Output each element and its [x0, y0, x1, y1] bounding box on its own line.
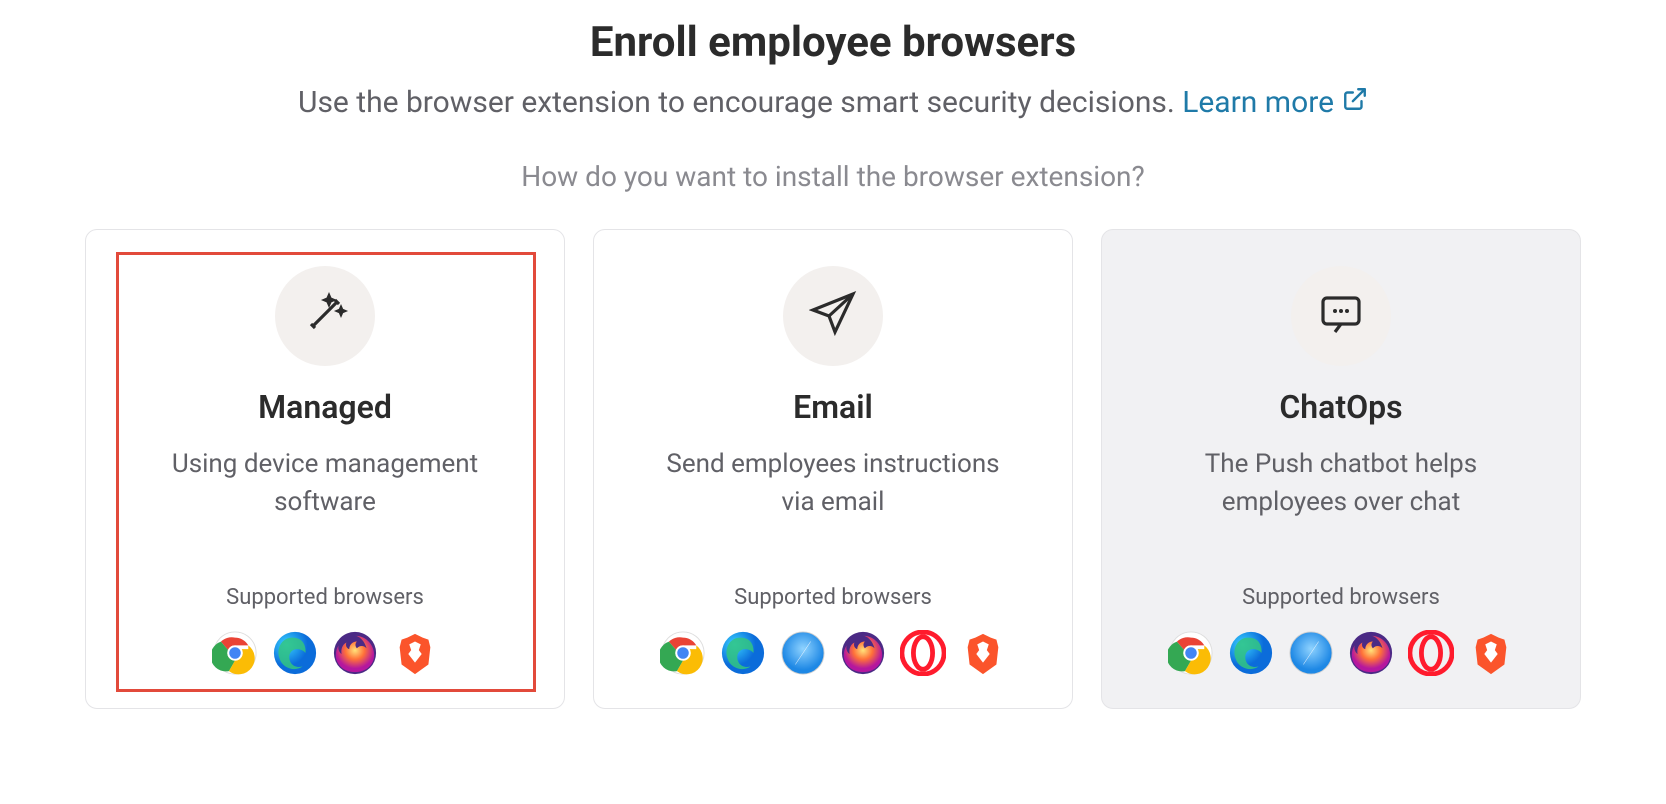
browser-icons-row	[660, 630, 1006, 676]
option-card-managed[interactable]: Managed Using device management software…	[85, 229, 565, 709]
install-options: Managed Using device management software…	[0, 229, 1666, 709]
edge-icon	[720, 630, 766, 676]
safari-icon	[780, 630, 826, 676]
learn-more-label: Learn more	[1182, 85, 1334, 120]
option-card-email[interactable]: Email Send employees instructions via em…	[593, 229, 1073, 709]
magic-wand-icon	[301, 290, 349, 342]
page-title: Enroll employee browsers	[0, 18, 1666, 67]
safari-icon	[1288, 630, 1334, 676]
chrome-icon	[212, 630, 258, 676]
firefox-icon	[1348, 630, 1394, 676]
chrome-icon	[1168, 630, 1214, 676]
browser-icons-row	[1168, 630, 1514, 676]
supported-browsers-label: Supported browsers	[226, 585, 424, 610]
card-description: The Push chatbot helps employees over ch…	[1161, 446, 1521, 521]
browser-icons-row	[212, 630, 438, 676]
firefox-icon	[840, 630, 886, 676]
opera-icon	[900, 630, 946, 676]
card-description: Send employees instructions via email	[653, 446, 1013, 521]
firefox-icon	[332, 630, 378, 676]
brave-icon	[392, 630, 438, 676]
card-icon-circle	[783, 266, 883, 366]
install-question: How do you want to install the browser e…	[0, 160, 1666, 193]
card-icon-circle	[275, 266, 375, 366]
learn-more-link[interactable]: Learn more	[1182, 85, 1368, 120]
edge-icon	[272, 630, 318, 676]
chrome-icon	[660, 630, 706, 676]
page-subtitle: Use the browser extension to encourage s…	[298, 85, 1175, 120]
edge-icon	[1228, 630, 1274, 676]
card-icon-circle	[1291, 266, 1391, 366]
brave-icon	[1468, 630, 1514, 676]
option-card-chatops[interactable]: ChatOps The Push chatbot helps employees…	[1101, 229, 1581, 709]
card-title: ChatOps	[1279, 388, 1402, 426]
supported-browsers-label: Supported browsers	[1242, 585, 1440, 610]
page-subtitle-row: Use the browser extension to encourage s…	[0, 85, 1666, 120]
card-title: Email	[793, 388, 873, 426]
external-link-icon	[1342, 85, 1368, 120]
chat-bubble-icon	[1317, 290, 1365, 342]
card-description: Using device management software	[145, 446, 505, 521]
opera-icon	[1408, 630, 1454, 676]
card-title: Managed	[258, 388, 392, 426]
brave-icon	[960, 630, 1006, 676]
supported-browsers-label: Supported browsers	[734, 585, 932, 610]
paper-plane-icon	[809, 290, 857, 342]
